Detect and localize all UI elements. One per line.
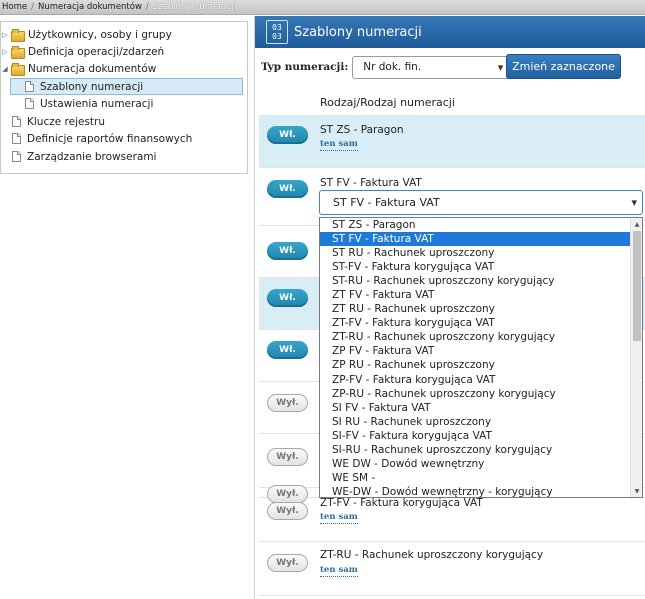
dropdown-option[interactable]: SI FV - Faktura VAT bbox=[320, 401, 642, 415]
tree-item-label: Zarządzanie browserami bbox=[27, 150, 157, 163]
tree-item-numbering-settings[interactable]: Ustawienia numeracji bbox=[25, 95, 153, 112]
breadcrumb-separator: / bbox=[31, 2, 34, 12]
tree-item-browser-management[interactable]: Zarządzanie browserami bbox=[12, 148, 156, 165]
disabled-toggle[interactable]: Wył. bbox=[267, 448, 308, 466]
breadcrumb-home[interactable]: Home bbox=[2, 2, 27, 12]
tree-item-label: Klucze rejestru bbox=[27, 115, 106, 128]
page-icon bbox=[12, 133, 21, 144]
numbering-type-value: Nr dok. fin. bbox=[363, 61, 422, 73]
change-selected-button[interactable]: Zmień zaznaczone bbox=[506, 54, 621, 79]
same-link[interactable]: ten sam bbox=[320, 565, 358, 577]
numbering-type-row: Typ numeracji: Nr dok. fin. ▾ bbox=[261, 54, 511, 80]
breadcrumb: Home / Numeracja dokumentów / Szablony n… bbox=[0, 0, 645, 15]
dropdown-options: ST ZS - Paragon ST FV - Faktura VAT ST RU … bbox=[320, 218, 642, 497]
dropdown-option[interactable]: ZT-RU - Rachunek uproszczony korygujący bbox=[320, 330, 642, 344]
same-link[interactable]: ten sam bbox=[320, 139, 358, 151]
dropdown-option[interactable]: ZT RU - Rachunek uproszczony bbox=[320, 302, 642, 316]
tree-item-document-numbering[interactable]: ◢ Numeracja dokumentów bbox=[1, 60, 156, 77]
folder-icon bbox=[11, 46, 25, 59]
table-row: Wył. ZT-RU - Rachunek uproszczony korygu… bbox=[259, 542, 645, 596]
tree-item-users[interactable]: ▷ Użytkownicy, osoby i grupy bbox=[1, 26, 172, 43]
dropdown-option[interactable]: WE-DW - Dowód wewnętrzny - korygujący bbox=[320, 485, 642, 497]
disabled-toggle[interactable]: Wył. bbox=[267, 502, 308, 520]
tree-item-financial-reports[interactable]: Definicje raportów finansowych bbox=[12, 130, 192, 147]
numbering-type-label: Typ numeracji: bbox=[261, 61, 349, 73]
tree-item-label: Numeracja dokumentów bbox=[28, 62, 157, 75]
row-title: ZT-RU - Rachunek uproszczony korygujący bbox=[320, 549, 544, 561]
numbering-template-dropdown[interactable]: ST ZS - Paragon ST FV - Faktura VAT ST RU … bbox=[319, 217, 643, 498]
dropdown-option[interactable]: ST ZS - Paragon bbox=[320, 218, 642, 232]
same-link[interactable]: ten sam bbox=[320, 512, 358, 524]
column-header: Rodzaj/Rodzaj numeracji bbox=[320, 96, 455, 109]
page-icon bbox=[25, 98, 34, 109]
tree-item-label: Definicja operacji/zdarzeń bbox=[28, 45, 165, 58]
dropdown-option[interactable]: ST-FV - Faktura korygująca VAT bbox=[320, 260, 642, 274]
page-icon bbox=[12, 151, 21, 162]
dropdown-option[interactable]: ST-RU - Rachunek uproszczony korygujący bbox=[320, 274, 642, 288]
tree-item-label: Szablony numeracji bbox=[40, 80, 144, 93]
tree-item-registry-keys[interactable]: Klucze rejestru bbox=[12, 113, 105, 130]
scroll-down-icon[interactable]: ▼ bbox=[631, 485, 642, 497]
expand-icon[interactable]: ▷ bbox=[1, 31, 9, 39]
scroll-up-icon[interactable]: ▲ bbox=[631, 218, 642, 230]
enabled-toggle[interactable]: Wł. bbox=[267, 289, 308, 307]
dropdown-option[interactable]: ZP RU - Rachunek uproszczony bbox=[320, 358, 642, 372]
dropdown-option[interactable]: ZT FV - Faktura VAT bbox=[320, 288, 642, 302]
table-row: Wł. ST ZS - Paragon ten sam bbox=[259, 115, 645, 168]
folder-open-icon bbox=[11, 63, 25, 76]
collapse-icon[interactable]: ◢ bbox=[1, 65, 9, 73]
numbering-template-select[interactable]: ST FV - Faktura VAT ▾ bbox=[319, 190, 643, 215]
navigation-tree: ▷ Użytkownicy, osoby i grupy ▷ Definicja… bbox=[0, 21, 248, 174]
tree-item-label: Definicje raportów finansowych bbox=[27, 132, 193, 145]
numbering-icon: 03 03 bbox=[266, 20, 288, 44]
scrollbar-thumb[interactable] bbox=[633, 231, 641, 341]
panel-header: 03 03 Szablony numeracji bbox=[255, 16, 645, 48]
enabled-toggle[interactable]: Wł. bbox=[267, 242, 308, 260]
row-title: ZT-FV - Faktura korygująca VAT bbox=[320, 497, 483, 509]
breadcrumb-numbering[interactable]: Numeracja dokumentów bbox=[38, 2, 142, 12]
page-icon bbox=[12, 116, 21, 127]
dropdown-option[interactable]: SI-FV - Faktura korygująca VAT bbox=[320, 429, 642, 443]
dropdown-option[interactable]: ZT-FV - Faktura korygująca VAT bbox=[320, 316, 642, 330]
breadcrumb-current: Szablony numeracji bbox=[152, 2, 237, 12]
page-title: Szablony numeracji bbox=[294, 24, 422, 40]
disabled-toggle[interactable]: Wył. bbox=[267, 554, 308, 572]
dropdown-option[interactable]: WE DW - Dowód wewnętrzny bbox=[320, 457, 642, 471]
breadcrumb-separator: / bbox=[145, 2, 149, 12]
enabled-toggle[interactable]: Wł. bbox=[267, 126, 308, 144]
dropdown-option[interactable]: SI-RU - Rachunek uproszczony korygujący bbox=[320, 443, 642, 457]
row-title: ST ZS - Paragon bbox=[320, 124, 404, 136]
numbering-type-select[interactable]: Nr dok. fin. ▾ bbox=[352, 55, 511, 79]
tree-item-operations[interactable]: ▷ Definicja operacji/zdarzeń bbox=[1, 43, 164, 60]
dropdown-scrollbar[interactable]: ▲ ▼ bbox=[630, 218, 642, 497]
page-icon bbox=[25, 81, 34, 92]
tree-item-label: Użytkownicy, osoby i grupy bbox=[28, 28, 172, 41]
dropdown-option[interactable]: ST RU - Rachunek uproszczony bbox=[320, 246, 642, 260]
expand-icon[interactable]: ▷ bbox=[1, 48, 9, 56]
chevron-down-icon: ▾ bbox=[631, 196, 637, 209]
chevron-down-icon: ▾ bbox=[497, 60, 504, 74]
tree-item-numbering-templates[interactable]: Szablony numeracji bbox=[10, 78, 243, 95]
enabled-toggle[interactable]: Wł. bbox=[267, 341, 308, 359]
folder-icon bbox=[11, 29, 25, 42]
disabled-toggle[interactable]: Wył. bbox=[267, 394, 308, 412]
dropdown-option[interactable]: ZP FV - Faktura VAT bbox=[320, 344, 642, 358]
enabled-toggle[interactable]: Wł. bbox=[267, 180, 308, 198]
row-title: ST FV - Faktura VAT bbox=[320, 177, 422, 189]
dropdown-option[interactable]: SI RU - Rachunek uproszczony bbox=[320, 415, 642, 429]
dropdown-option[interactable]: WE SM - bbox=[320, 471, 642, 485]
dropdown-option[interactable]: ZP-RU - Rachunek uproszczony korygujący bbox=[320, 387, 642, 401]
dropdown-option[interactable]: ST FV - Faktura VAT bbox=[320, 232, 642, 247]
table-row: Wył. ZT-FV - Faktura korygująca VAT ten … bbox=[259, 494, 645, 542]
numbering-template-value: ST FV - Faktura VAT bbox=[333, 196, 440, 209]
tree-item-label: Ustawienia numeracji bbox=[40, 97, 154, 110]
dropdown-option[interactable]: ZP-FV - Faktura korygująca VAT bbox=[320, 373, 642, 387]
